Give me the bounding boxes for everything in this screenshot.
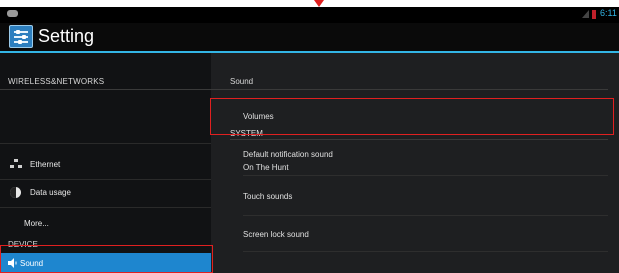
data-usage-icon: [10, 187, 21, 198]
sidebar-item-data-usage[interactable]: Data usage: [0, 181, 211, 207]
sidebar-item-label: Ethernet: [30, 160, 61, 169]
sidebar-item-label: Sound: [20, 259, 44, 268]
divider: [243, 175, 608, 176]
android-screen: 6:11 Setting WIRELESS&NETWORKS Ethernet: [0, 7, 619, 273]
divider: [0, 143, 211, 144]
ethernet-icon: [10, 159, 22, 169]
section-header-sound: Sound: [230, 77, 254, 86]
section-divider: [0, 89, 211, 90]
battery-icon: [592, 10, 596, 19]
touch-sounds-setting[interactable]: Touch sounds: [243, 192, 292, 201]
volume-icon: [8, 258, 17, 268]
sidebar-item-more[interactable]: More...: [24, 219, 49, 228]
notification-icon: [7, 10, 18, 17]
page-title: Setting: [38, 26, 95, 46]
screen-lock-sound-setting[interactable]: Screen lock sound: [243, 230, 309, 239]
settings-sidebar: WIRELESS&NETWORKS Ethernet Data usage Mo…: [0, 53, 211, 273]
settings-app-icon[interactable]: [9, 25, 33, 48]
section-divider: [211, 89, 608, 90]
section-divider: [230, 139, 608, 140]
signal-icon: [582, 10, 589, 18]
status-time: 6:11: [600, 8, 617, 18]
top-red-marker: [314, 0, 324, 7]
settings-detail-pane: Sound Volumes SYSTEM Default notificatio…: [211, 53, 619, 273]
divider: [243, 251, 608, 252]
sidebar-item-label: Data usage: [30, 188, 71, 197]
default-notification-sound-value: On The Hunt: [243, 163, 289, 172]
section-header-wireless: WIRELESS&NETWORKS: [8, 77, 105, 86]
sidebar-item-sound[interactable]: Sound: [0, 253, 211, 273]
volumes-setting[interactable]: Volumes: [243, 112, 274, 121]
status-bar: 6:11: [0, 7, 619, 23]
action-bar: Setting: [0, 23, 619, 51]
divider: [243, 215, 608, 216]
default-notification-sound-title[interactable]: Default notification sound: [243, 150, 333, 159]
divider: [0, 179, 211, 180]
divider: [0, 207, 211, 208]
sidebar-item-ethernet[interactable]: Ethernet: [0, 153, 211, 179]
section-header-system: SYSTEM: [230, 129, 263, 138]
section-header-device: DEVICE: [8, 240, 38, 249]
